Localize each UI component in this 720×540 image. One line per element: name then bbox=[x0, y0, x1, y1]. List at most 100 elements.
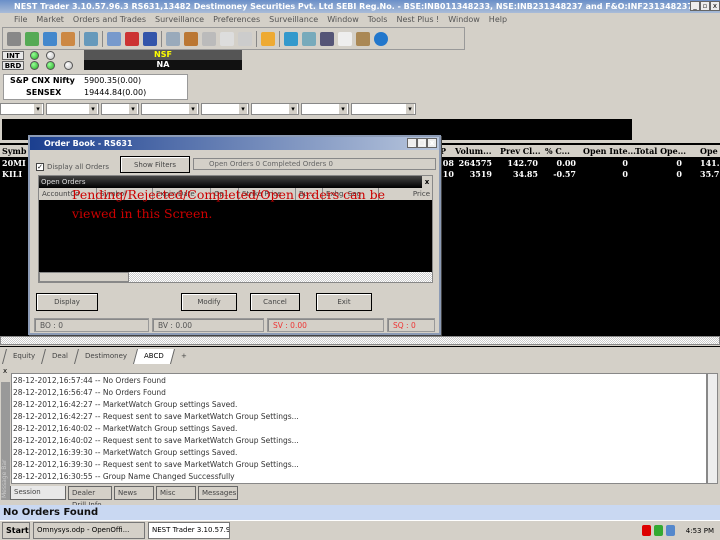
display-button[interactable]: Display bbox=[36, 293, 98, 311]
dropdown[interactable] bbox=[101, 103, 139, 115]
tab-deal[interactable]: Deal bbox=[41, 349, 79, 364]
cell: 0.00 bbox=[556, 158, 576, 168]
document-icon[interactable] bbox=[220, 31, 234, 46]
net-position-icon[interactable] bbox=[166, 31, 180, 46]
clock: 4:53 PM bbox=[685, 526, 714, 535]
login-icon[interactable] bbox=[7, 31, 21, 46]
cell: 142.70 bbox=[507, 158, 538, 168]
cell: .10 bbox=[440, 169, 454, 179]
taskbar-item[interactable]: Omnysys.odp - OpenOffi... bbox=[33, 522, 145, 539]
cancel-button[interactable]: Cancel bbox=[250, 293, 300, 311]
menu-tools[interactable]: Tools bbox=[368, 15, 388, 24]
tab-destimoney[interactable]: Destimoney bbox=[74, 349, 138, 364]
exchange-status: NA bbox=[84, 60, 242, 70]
log-entry: 28-12-2012,16:56:47 -- No Orders Found bbox=[13, 388, 166, 397]
vertical-scrollbar[interactable] bbox=[707, 373, 718, 484]
order-book-dialog: Order Book - RS631 _ □ x ✓ Display all O… bbox=[28, 135, 441, 335]
dropdown[interactable] bbox=[141, 103, 199, 115]
menu-orders-trades[interactable]: Orders and Trades bbox=[73, 15, 146, 24]
col-open-interest[interactable]: Open Inte... bbox=[583, 145, 636, 157]
tab-session[interactable]: Session bbox=[10, 486, 66, 500]
vpn-tray-icon[interactable] bbox=[653, 525, 663, 536]
settings-icon[interactable] bbox=[61, 31, 75, 46]
notes-icon[interactable] bbox=[338, 31, 352, 46]
tab-misc[interactable]: Misc bbox=[156, 486, 196, 500]
exit-button[interactable]: Exit bbox=[316, 293, 372, 311]
cell: 20MI bbox=[2, 158, 26, 168]
dropdown[interactable] bbox=[0, 103, 44, 115]
annotation-text: Pending/Rejected/Completed/Open orders c… bbox=[72, 187, 386, 221]
menu-preferences[interactable]: Preferences bbox=[213, 15, 260, 24]
taskbar-item[interactable]: NEST Trader 3.10.57.9... bbox=[148, 522, 230, 539]
display-all-label: Display all Orders bbox=[47, 163, 109, 171]
dropdown[interactable] bbox=[46, 103, 99, 115]
horizontal-scrollbar[interactable] bbox=[0, 336, 720, 345]
dropdown[interactable] bbox=[301, 103, 349, 115]
order-book-icon[interactable] bbox=[125, 31, 139, 46]
print-icon[interactable] bbox=[238, 31, 252, 46]
connect-icon[interactable] bbox=[25, 31, 39, 46]
col-volume[interactable]: Volum... bbox=[455, 145, 491, 157]
close-button[interactable]: x bbox=[427, 138, 437, 148]
network-tray-icon[interactable] bbox=[665, 525, 675, 536]
report-icon[interactable] bbox=[184, 31, 198, 46]
tab-abcd[interactable]: ABCD bbox=[133, 349, 174, 364]
tab-messages[interactable]: Messages bbox=[198, 486, 238, 500]
col-prev-close[interactable]: Prev Cl... bbox=[500, 145, 541, 157]
sell-value-field: SV : 0.00 bbox=[267, 318, 384, 332]
separator bbox=[279, 30, 280, 47]
maximize-button[interactable]: ▫ bbox=[700, 1, 710, 11]
order-counts: Open Orders 0 Completed Orders 0 bbox=[193, 158, 436, 170]
menu-nest-plus[interactable]: Nest Plus ! bbox=[396, 15, 439, 24]
menu-window[interactable]: Window bbox=[448, 15, 480, 24]
minimize-button[interactable]: _ bbox=[407, 138, 417, 148]
col-pct-change[interactable]: % C... bbox=[545, 145, 570, 157]
dropdown[interactable] bbox=[201, 103, 249, 115]
modify-button[interactable]: Modify bbox=[181, 293, 237, 311]
col-symbol[interactable]: Symb bbox=[2, 145, 26, 157]
chart-icon[interactable] bbox=[261, 31, 275, 46]
window-icon[interactable] bbox=[284, 31, 298, 46]
display-all-checkbox[interactable]: ✓ bbox=[36, 163, 44, 171]
user-icon[interactable] bbox=[320, 31, 334, 46]
menu-help[interactable]: Help bbox=[489, 15, 507, 24]
tab-equity[interactable]: Equity bbox=[1, 349, 46, 364]
tab-add[interactable]: + bbox=[169, 349, 197, 364]
market-watch-icon[interactable] bbox=[84, 31, 98, 46]
taskbar: Start Omnysys.odp - OpenOffi... NEST Tra… bbox=[0, 520, 720, 540]
separator bbox=[102, 30, 103, 47]
acrobat-tray-icon[interactable] bbox=[641, 525, 651, 536]
trade-book-icon[interactable] bbox=[143, 31, 157, 46]
menu-window-2[interactable]: Window bbox=[327, 15, 359, 24]
info-icon[interactable] bbox=[374, 31, 388, 46]
menu-market[interactable]: Market bbox=[36, 15, 64, 24]
menu-surveillance[interactable]: Surveillance bbox=[155, 15, 204, 24]
refresh-icon[interactable] bbox=[43, 31, 57, 46]
start-button[interactable]: Start bbox=[2, 522, 30, 539]
grid-icon[interactable] bbox=[302, 31, 316, 46]
minimize-button[interactable]: _ bbox=[690, 1, 700, 11]
dropdown[interactable] bbox=[251, 103, 299, 115]
separator bbox=[161, 30, 162, 47]
col-open[interactable]: Ope bbox=[700, 145, 718, 157]
maximize-button[interactable]: □ bbox=[417, 138, 427, 148]
buy-order-icon[interactable] bbox=[107, 31, 121, 46]
col-total-open[interactable]: Total Ope... bbox=[635, 145, 686, 157]
separator bbox=[79, 30, 80, 47]
show-filters-button[interactable]: Show Filters bbox=[120, 156, 190, 173]
close-icon[interactable]: x bbox=[422, 176, 432, 188]
cell: 34.85 bbox=[512, 169, 538, 179]
title-bar: NEST Trader 3.10.57.96.3 RS631,13482 Des… bbox=[0, 0, 720, 13]
close-icon[interactable]: x bbox=[3, 367, 7, 375]
list-icon[interactable] bbox=[202, 31, 216, 46]
menu-surveillance-2[interactable]: Surveillance bbox=[269, 15, 318, 24]
tab-news[interactable]: News bbox=[114, 486, 154, 500]
edit-icon[interactable] bbox=[356, 31, 370, 46]
menu-file[interactable]: File bbox=[14, 15, 27, 24]
grey-led-icon bbox=[64, 61, 73, 70]
grid-scrollbar[interactable] bbox=[39, 272, 432, 282]
filter-dropdowns bbox=[0, 103, 540, 115]
close-button[interactable]: x bbox=[710, 1, 720, 11]
dropdown[interactable] bbox=[351, 103, 416, 115]
tab-dealer-drill[interactable]: Dealer Drill Info bbox=[68, 486, 112, 509]
